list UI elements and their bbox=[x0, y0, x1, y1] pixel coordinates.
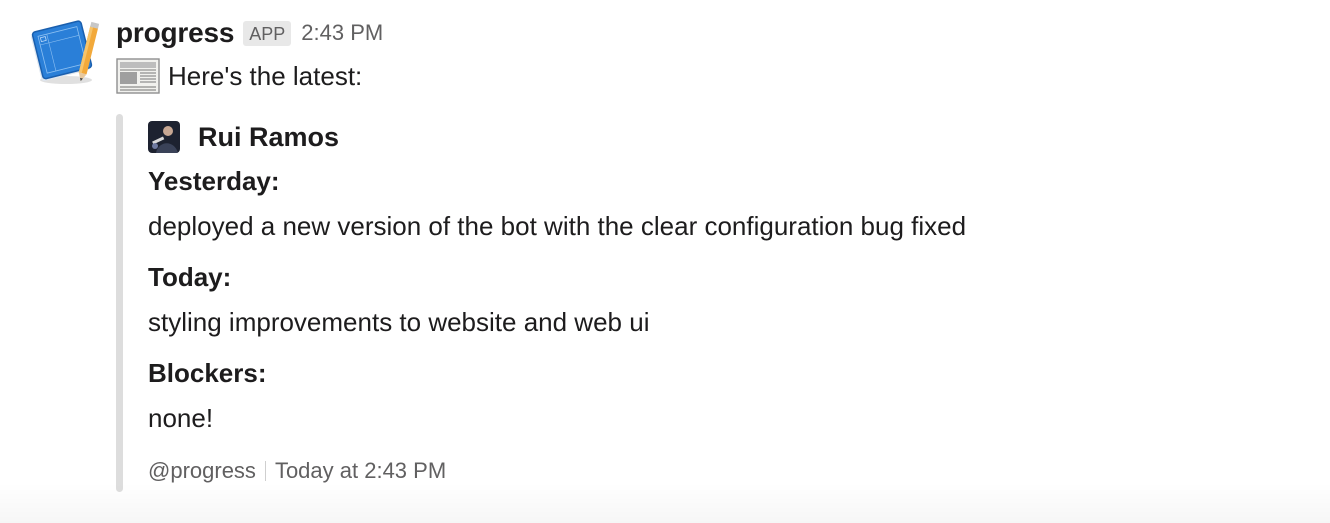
attachment-footer: @progress Today at 2:43 PM bbox=[148, 458, 446, 484]
newspaper-icon bbox=[116, 57, 160, 95]
footer-divider bbox=[264, 461, 266, 481]
field-value-yesterday: deployed a new version of the bot with t… bbox=[148, 211, 967, 241]
message-header: progress APP 2:43 PM bbox=[116, 16, 383, 50]
attachment-accent-bar bbox=[116, 114, 123, 492]
message-timestamp[interactable]: 2:43 PM bbox=[301, 20, 383, 46]
author-name[interactable]: Rui Ramos bbox=[198, 122, 339, 153]
message-intro: Here's the latest: bbox=[116, 56, 362, 96]
author-avatar[interactable] bbox=[148, 121, 180, 153]
notebook-pencil-icon bbox=[31, 20, 100, 84]
intro-text: Here's the latest: bbox=[168, 60, 363, 91]
field-title-today: Today: bbox=[148, 262, 232, 292]
app-badge: APP bbox=[243, 20, 292, 46]
footer-timestamp[interactable]: Today at 2:43 PM bbox=[275, 458, 446, 484]
message-attachment: Rui Ramos Yesterday: deployed a new vers… bbox=[116, 114, 1216, 492]
field-title-blockers: Blockers: bbox=[148, 358, 267, 388]
attachment-author: Rui Ramos bbox=[148, 120, 339, 154]
field-value-blockers: none! bbox=[148, 403, 214, 433]
footer-source: @progress bbox=[148, 458, 256, 483]
chat-message: progress APP 2:43 PM Here's the latest: bbox=[0, 0, 1330, 523]
field-value-today: styling improvements to website and web … bbox=[148, 307, 650, 337]
app-avatar[interactable] bbox=[30, 18, 102, 86]
sender-name[interactable]: progress bbox=[116, 17, 234, 49]
field-title-yesterday: Yesterday: bbox=[148, 166, 280, 196]
